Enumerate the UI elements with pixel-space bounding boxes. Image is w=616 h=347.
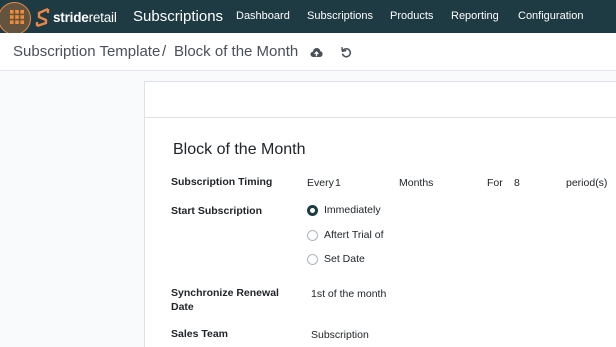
sync-renewal-label-line1: Synchronize Renewal <box>171 287 279 299</box>
sales-team-field[interactable]: Subscription <box>311 329 369 341</box>
save-button[interactable] <box>310 45 323 63</box>
menu-configuration[interactable]: Configuration <box>518 10 583 22</box>
radio-icon[interactable] <box>307 229 318 241</box>
sales-team-label: Sales Team <box>171 328 229 340</box>
breadcrumb-separator: / <box>162 43 167 60</box>
start-subscription-label: Start Subscription <box>171 205 263 217</box>
sync-renewal-label-line2: Date <box>171 301 194 313</box>
apps-menu-button[interactable] <box>0 0 33 35</box>
breadcrumb-current: Block of the Month <box>174 43 299 60</box>
start-option-set-date[interactable]: Set Date <box>307 252 365 266</box>
start-option-after-trial[interactable]: Aftert Trial of <box>307 228 384 242</box>
subscription-timing-label: Subscription Timing <box>171 176 273 188</box>
undo-icon <box>341 47 352 58</box>
menu-subscriptions[interactable]: Subscriptions <box>307 10 373 22</box>
cloud-upload-icon <box>310 48 323 57</box>
sync-renewal-label: Synchronize Renewal Date <box>171 286 279 314</box>
every-label: Every <box>307 177 334 189</box>
breadcrumb-parent[interactable]: Subscription Template <box>13 43 160 60</box>
radio-icon[interactable] <box>307 204 318 216</box>
start-option-immediately[interactable]: Immediately <box>307 203 381 217</box>
for-label: For <box>487 177 503 189</box>
record-title[interactable]: Block of the Month <box>173 141 306 159</box>
menu-dashboard[interactable]: Dashboard <box>236 10 290 22</box>
brand-name: strideretail <box>53 9 117 25</box>
brand-logo[interactable]: strideretail <box>35 7 117 27</box>
discard-button[interactable] <box>341 45 352 63</box>
for-value-field[interactable]: 8 <box>514 177 520 189</box>
control-panel: Subscription Template / Block of the Mon… <box>0 33 616 71</box>
period-unit-label: period(s) <box>566 177 608 189</box>
form-statusbar <box>144 81 616 118</box>
sync-renewal-field[interactable]: 1st of the month <box>311 288 386 300</box>
radio-icon[interactable] <box>307 253 318 265</box>
stride-logo-icon <box>35 7 50 27</box>
radio-label: Aftert Trial of <box>324 229 384 241</box>
timing-unit-select[interactable]: Months <box>399 177 433 189</box>
apps-grid-icon <box>9 9 24 24</box>
app-title[interactable]: Subscriptions <box>133 8 223 25</box>
top-navbar: strideretail Subscriptions Dashboard Sub… <box>0 0 616 35</box>
every-value-field[interactable]: 1 <box>335 177 341 189</box>
menu-products[interactable]: Products <box>390 10 433 22</box>
radio-label: Immediately <box>324 204 381 216</box>
menu-reporting[interactable]: Reporting <box>451 10 499 22</box>
radio-label: Set Date <box>324 253 365 265</box>
